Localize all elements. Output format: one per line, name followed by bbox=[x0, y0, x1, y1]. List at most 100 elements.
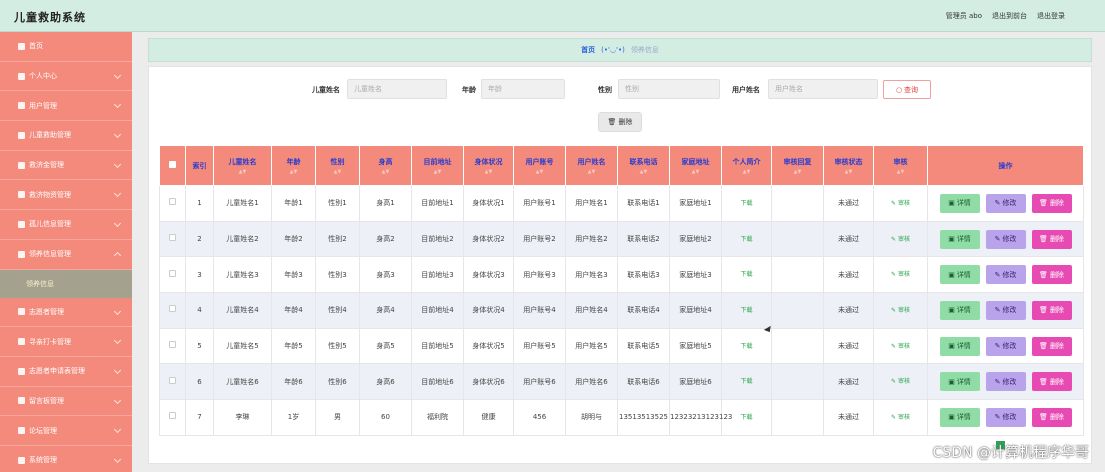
edit-button[interactable]: ✎ 修改 bbox=[985, 193, 1026, 213]
review-link[interactable]: ✎ 审核 bbox=[891, 200, 910, 207]
breadcrumb-home[interactable]: 首页 bbox=[581, 45, 595, 55]
edit-button[interactable]: ✎ 修改 bbox=[985, 372, 1026, 392]
row-checkbox[interactable] bbox=[169, 234, 176, 242]
delete-button[interactable]: 🗑 删除 bbox=[1031, 265, 1072, 285]
review-link[interactable]: ✎ 审核 bbox=[891, 271, 910, 278]
detail-button[interactable]: ▣ 详情 bbox=[939, 336, 980, 356]
column-header[interactable]: 操作 bbox=[927, 145, 1084, 186]
sidebar-item-12[interactable]: 论坛管理 bbox=[0, 416, 132, 446]
edit-button[interactable]: ✎ 修改 bbox=[985, 407, 1026, 427]
select-all-checkbox[interactable] bbox=[169, 161, 176, 168]
sort-icon[interactable]: ▲▼ bbox=[464, 169, 513, 175]
row-checkbox[interactable] bbox=[169, 376, 176, 384]
column-header[interactable]: 用户账号 ▲▼ bbox=[513, 145, 566, 186]
detail-button[interactable]: ▣ 详情 bbox=[939, 229, 980, 249]
gender-input[interactable]: 性别 bbox=[618, 79, 720, 99]
sort-icon[interactable]: ▲▼ bbox=[874, 169, 927, 175]
list-icon bbox=[18, 131, 25, 139]
download-link[interactable]: 下载 bbox=[740, 200, 752, 207]
detail-button[interactable]: ▣ 详情 bbox=[939, 300, 980, 320]
column-header[interactable]: 性别 ▲▼ bbox=[315, 145, 360, 186]
sort-icon[interactable]: ▲▼ bbox=[722, 169, 771, 175]
bulk-delete-button[interactable]: 🗑 删除 bbox=[598, 112, 642, 132]
sidebar-item-4[interactable]: 救济金管理 bbox=[0, 151, 132, 181]
review-link[interactable]: ✎ 审核 bbox=[891, 343, 910, 350]
column-header[interactable]: 索引 bbox=[185, 145, 214, 186]
row-checkbox[interactable] bbox=[169, 198, 176, 206]
review-link[interactable]: ✎ 审核 bbox=[891, 414, 910, 421]
delete-button[interactable]: 🗑 删除 bbox=[1031, 336, 1072, 356]
edit-button[interactable]: ✎ 修改 bbox=[985, 265, 1026, 285]
sidebar-item-0[interactable]: 首页 bbox=[0, 32, 132, 62]
review-link[interactable]: ✎ 审核 bbox=[891, 236, 910, 243]
column-header[interactable]: 联系电话 ▲▼ bbox=[617, 145, 670, 186]
edit-button[interactable]: ✎ 修改 bbox=[985, 336, 1026, 356]
sidebar-item-13[interactable]: 系统管理 bbox=[0, 446, 132, 472]
sidebar-item-5[interactable]: 救济物资管理 bbox=[0, 180, 132, 211]
column-header[interactable]: 审核 ▲▼ bbox=[873, 145, 928, 186]
sort-icon[interactable]: ▲▼ bbox=[566, 169, 617, 175]
row-checkbox[interactable] bbox=[169, 269, 176, 277]
detail-button[interactable]: ▣ 详情 bbox=[939, 407, 980, 427]
column-header[interactable]: 审核状态 ▲▼ bbox=[823, 145, 874, 186]
download-link[interactable]: 下载 bbox=[740, 414, 752, 421]
search-button[interactable]: ○ 查询 bbox=[883, 80, 931, 99]
column-header[interactable]: 年龄 ▲▼ bbox=[271, 145, 316, 186]
row-checkbox[interactable] bbox=[169, 412, 176, 420]
review-link[interactable]: ✎ 审核 bbox=[891, 307, 910, 314]
column-header[interactable]: 身体状况 ▲▼ bbox=[463, 145, 514, 186]
sidebar-item-3[interactable]: 儿童救助管理 bbox=[0, 121, 132, 151]
sidebar-item-6[interactable]: 孤儿信息管理 bbox=[0, 210, 132, 240]
sidebar-subitem-adoption[interactable]: 领养信息 bbox=[0, 269, 132, 298]
sort-icon[interactable]: ▲▼ bbox=[514, 169, 565, 175]
sidebar-item-8[interactable]: 志愿者管理 bbox=[0, 298, 132, 328]
sidebar-item-2[interactable]: 用户管理 bbox=[0, 91, 132, 122]
delete-button[interactable]: 🗑 删除 bbox=[1031, 407, 1072, 427]
row-checkbox[interactable] bbox=[169, 341, 176, 349]
column-header[interactable]: 家庭地址 ▲▼ bbox=[669, 145, 722, 186]
edit-button[interactable]: ✎ 修改 bbox=[985, 229, 1026, 249]
column-header[interactable]: 个人简介 ▲▼ bbox=[721, 145, 772, 186]
column-header[interactable]: 儿童姓名 ▲▼ bbox=[213, 145, 272, 186]
back-to-front-link[interactable]: 退出到前台 bbox=[992, 11, 1027, 21]
sidebar-item-11[interactable]: 留言板管理 bbox=[0, 387, 132, 417]
row-checkbox[interactable] bbox=[169, 305, 176, 313]
sidebar-item-label: 留言板管理 bbox=[29, 396, 64, 405]
delete-button[interactable]: 🗑 删除 bbox=[1031, 229, 1072, 249]
cell-reply bbox=[771, 399, 824, 436]
edit-button[interactable]: ✎ 修改 bbox=[985, 300, 1026, 320]
sort-icon[interactable]: ▲▼ bbox=[618, 169, 669, 175]
sort-icon[interactable]: ▲▼ bbox=[272, 169, 315, 175]
detail-button[interactable]: ▣ 详情 bbox=[939, 193, 980, 213]
sort-icon[interactable]: ▲▼ bbox=[360, 169, 411, 175]
detail-button[interactable]: ▣ 详情 bbox=[939, 265, 980, 285]
download-link[interactable]: 下载 bbox=[740, 271, 752, 278]
delete-button[interactable]: 🗑 删除 bbox=[1031, 372, 1072, 392]
column-header[interactable]: 身高 ▲▼ bbox=[359, 145, 412, 186]
logout-link[interactable]: 退出登录 bbox=[1037, 11, 1065, 21]
sort-icon[interactable]: ▲▼ bbox=[824, 169, 873, 175]
sidebar-item-7[interactable]: 领养信息管理 bbox=[0, 240, 132, 270]
sidebar-item-10[interactable]: 志愿者申请表管理 bbox=[0, 357, 132, 387]
column-header[interactable]: 用户姓名 ▲▼ bbox=[565, 145, 618, 186]
sidebar-item-1[interactable]: 个人中心 bbox=[0, 62, 132, 92]
delete-button[interactable]: 🗑 删除 bbox=[1031, 193, 1072, 213]
child-name-input[interactable]: 儿童姓名 bbox=[347, 79, 447, 99]
sidebar-item-9[interactable]: 寻亲打卡管理 bbox=[0, 327, 132, 357]
detail-button[interactable]: ▣ 详情 bbox=[939, 372, 980, 392]
sort-icon[interactable]: ▲▼ bbox=[412, 169, 463, 175]
sort-icon[interactable]: ▲▼ bbox=[670, 169, 721, 175]
sort-icon[interactable]: ▲▼ bbox=[214, 169, 271, 175]
review-link[interactable]: ✎ 审核 bbox=[891, 378, 910, 385]
age-input[interactable]: 年龄 bbox=[481, 79, 565, 99]
sort-icon[interactable]: ▲▼ bbox=[316, 169, 359, 175]
download-link[interactable]: 下载 bbox=[740, 236, 752, 243]
download-link[interactable]: 下载 bbox=[740, 378, 752, 385]
sort-icon[interactable]: ▲▼ bbox=[772, 169, 823, 175]
column-header[interactable]: 审核回复 ▲▼ bbox=[771, 145, 824, 186]
column-header[interactable]: 目前地址 ▲▼ bbox=[411, 145, 464, 186]
download-link[interactable]: 下载 bbox=[740, 307, 752, 314]
user-name-input[interactable]: 用户姓名 bbox=[768, 79, 878, 99]
delete-button[interactable]: 🗑 删除 bbox=[1031, 300, 1072, 320]
download-link[interactable]: 下载 bbox=[740, 343, 752, 350]
